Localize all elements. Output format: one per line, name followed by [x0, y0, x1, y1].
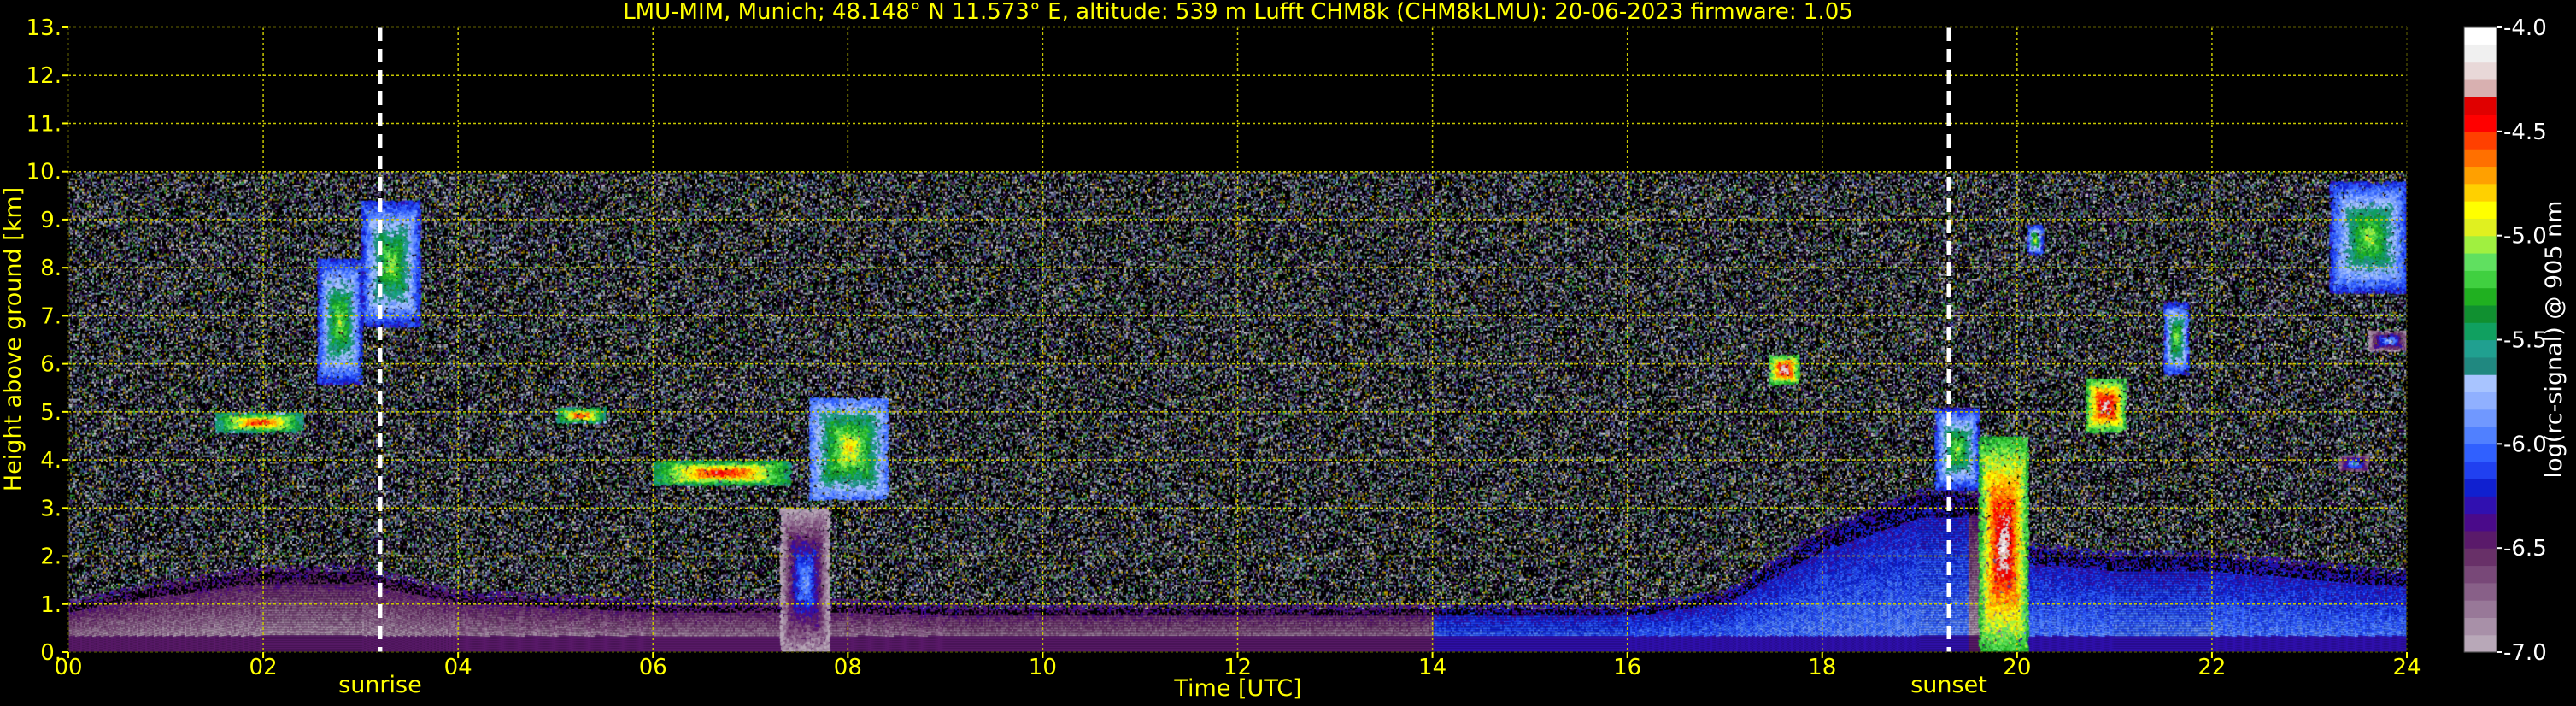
colorbar-segment: [2464, 356, 2497, 375]
x-tick-label: 06: [639, 655, 667, 680]
colorbar-segment: [2464, 44, 2497, 63]
x-tick-label: 10: [1029, 655, 1057, 680]
colorbar-tick-label: -4.5: [2503, 120, 2547, 145]
colorbar-segment: [2464, 427, 2497, 444]
colorbar-segment: [2464, 530, 2497, 549]
colorbar-segment: [2464, 62, 2497, 80]
colorbar-segment: [2464, 166, 2497, 185]
sunset-label: sunset: [1910, 672, 1987, 698]
colorbar-tick-label: -4.0: [2503, 15, 2547, 41]
colorbar-segment: [2464, 304, 2497, 323]
colorbar-segment: [2464, 114, 2497, 132]
y-tick-label: 5.: [40, 400, 62, 426]
y-tick-label: 6.: [40, 352, 62, 378]
colorbar-segment: [2464, 391, 2497, 410]
colorbar-segment: [2464, 461, 2497, 479]
colorbar-segment: [2464, 634, 2497, 653]
colorbar-segment: [2464, 374, 2497, 393]
colorbar-segment: [2464, 617, 2497, 636]
colorbar-segment: [2464, 218, 2497, 237]
x-tick-label: 02: [249, 655, 278, 680]
colorbar-segment: [2464, 97, 2497, 115]
colorbar-segment: [2464, 582, 2497, 601]
y-tick-label: 1.: [40, 592, 62, 618]
y-tick-label: 0.: [40, 640, 62, 666]
x-tick-label: 22: [2198, 655, 2226, 680]
colorbar-segment: [2464, 444, 2497, 462]
y-tick-label: 10.: [26, 160, 62, 185]
y-tick-label: 3.: [40, 496, 62, 521]
colorbar-segment: [2464, 496, 2497, 515]
y-tick-label: 2.: [40, 544, 62, 570]
chart-title: LMU-MIM, Munich; 48.148° N 11.573° E, al…: [623, 0, 1853, 25]
x-axis-label: Time [UTC]: [1173, 675, 1301, 702]
colorbar-label: log(rc-signal) @ 905 nm: [2541, 201, 2567, 479]
colorbar-segment: [2464, 183, 2497, 202]
y-tick-label: 13.: [26, 15, 62, 41]
y-tick-label: 4.: [40, 448, 62, 474]
colorbar-segment: [2464, 252, 2497, 271]
colorbar-segment: [2464, 149, 2497, 168]
colorbar-segment: [2464, 478, 2497, 497]
colorbar-segment: [2464, 600, 2497, 618]
colorbar-tick-label: -7.0: [2503, 640, 2547, 666]
x-tick-label: 20: [2003, 655, 2031, 680]
sunrise-label: sunrise: [338, 672, 422, 698]
colorbar-segment: [2464, 79, 2497, 97]
colorbar-segment: [2464, 270, 2497, 289]
y-tick-label: 11.: [26, 111, 62, 137]
y-tick-label: 12.: [26, 63, 62, 89]
colorbar-segment: [2464, 548, 2497, 567]
ceilometer-chart: LMU-MIM, Munich; 48.148° N 11.573° E, al…: [0, 0, 2576, 706]
colorbar-segment: [2464, 131, 2497, 150]
colorbar-segment: [2464, 513, 2497, 532]
colorbar-segment: [2464, 235, 2497, 254]
y-tick-label: 9.: [40, 208, 62, 233]
x-tick-label: 14: [1418, 655, 1446, 680]
y-tick-label: 7.: [40, 303, 62, 329]
x-tick-label: 18: [1808, 655, 1836, 680]
colorbar-segment: [2464, 565, 2497, 584]
colorbar-segment: [2464, 322, 2497, 341]
x-tick-label: 16: [1613, 655, 1641, 680]
colorbar-segment: [2464, 339, 2497, 358]
colorbar-segment: [2464, 287, 2497, 306]
colorbar-segment: [2464, 409, 2497, 427]
colorbar-segment: [2464, 201, 2497, 219]
y-axis-label: Height above ground [km]: [0, 187, 26, 491]
x-tick-label: 24: [2392, 655, 2421, 680]
x-tick-label: 08: [834, 655, 862, 680]
colorbar-segment: [2464, 27, 2497, 45]
y-tick-label: 8.: [40, 256, 62, 281]
x-tick-label: 04: [444, 655, 472, 680]
colorbar-tick-label: -6.5: [2503, 536, 2547, 562]
